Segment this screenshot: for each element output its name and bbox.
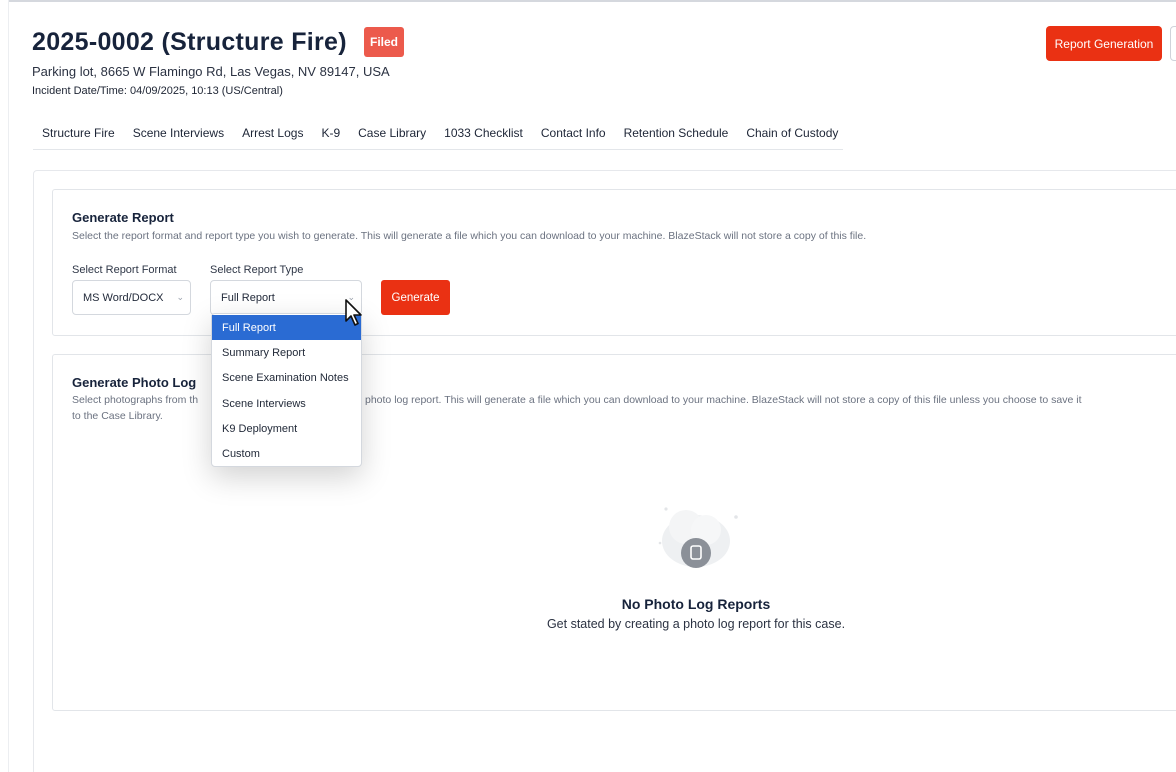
report-type-dropdown: Full Report Summary Report Scene Examina… <box>211 313 362 467</box>
dropdown-option-k9-deployment[interactable]: K9 Deployment <box>212 416 361 441</box>
incident-datetime: Incident Date/Time: 04/09/2025, 10:13 (U… <box>32 85 283 97</box>
empty-cloud-icon <box>658 507 738 568</box>
report-type-label: Select Report Type <box>210 264 304 276</box>
case-title: 2025-0002 (Structure Fire) <box>32 28 347 56</box>
tab-k9[interactable]: K-9 <box>312 117 349 149</box>
tab-arrest-logs[interactable]: Arrest Logs <box>233 117 312 149</box>
empty-state-subtitle: Get stated by creating a photo log repor… <box>546 617 846 631</box>
photo-log-description-start: Select photographs from th <box>72 394 199 406</box>
generate-report-title: Generate Report <box>72 210 174 225</box>
photo-log-description-line2: to the Case Library. <box>72 410 163 422</box>
case-tabs: Structure Fire Scene Interviews Arrest L… <box>33 117 843 150</box>
report-format-select[interactable]: MS Word/DOCX ⌄ <box>72 280 191 315</box>
generate-button[interactable]: Generate <box>381 280 450 315</box>
tab-structure-fire[interactable]: Structure Fire <box>33 117 124 149</box>
tab-chain-of-custody[interactable]: Chain of Custody <box>737 117 847 149</box>
tab-scene-interviews[interactable]: Scene Interviews <box>124 117 233 149</box>
report-type-select[interactable]: Full Report ⌄ <box>210 280 362 315</box>
empty-state-title: No Photo Log Reports <box>621 596 771 612</box>
report-generation-button[interactable]: Report Generation <box>1046 26 1162 61</box>
tab-case-library[interactable]: Case Library <box>349 117 435 149</box>
dropdown-option-full-report[interactable]: Full Report <box>212 315 361 341</box>
top-divider <box>8 0 1176 2</box>
chevron-down-icon: ⌄ <box>176 292 184 302</box>
generate-report-description: Select the report format and report type… <box>72 230 867 242</box>
dropdown-option-custom[interactable]: Custom <box>212 441 361 466</box>
dropdown-option-summary-report[interactable]: Summary Report <box>212 340 361 365</box>
report-type-value: Full Report <box>221 291 275 304</box>
report-format-value: MS Word/DOCX <box>83 291 164 304</box>
generate-photo-log-title: Generate Photo Log <box>72 375 197 390</box>
tab-1033-checklist[interactable]: 1033 Checklist <box>435 117 532 149</box>
tab-retention-schedule[interactable]: Retention Schedule <box>615 117 738 149</box>
header-secondary-button[interactable] <box>1170 26 1176 61</box>
photo-log-description-end: photo log report. This will generate a f… <box>365 394 1082 406</box>
dropdown-option-scene-examination-notes[interactable]: Scene Examination Notes <box>212 366 361 391</box>
report-format-label: Select Report Format <box>72 264 177 276</box>
status-badge: Filed <box>364 27 404 57</box>
tab-contact-info[interactable]: Contact Info <box>532 117 615 149</box>
incident-address: Parking lot, 8665 W Flamingo Rd, Las Veg… <box>32 64 390 79</box>
mouse-cursor-icon <box>345 299 362 326</box>
dropdown-option-scene-interviews[interactable]: Scene Interviews <box>212 391 361 416</box>
left-divider <box>8 0 9 772</box>
